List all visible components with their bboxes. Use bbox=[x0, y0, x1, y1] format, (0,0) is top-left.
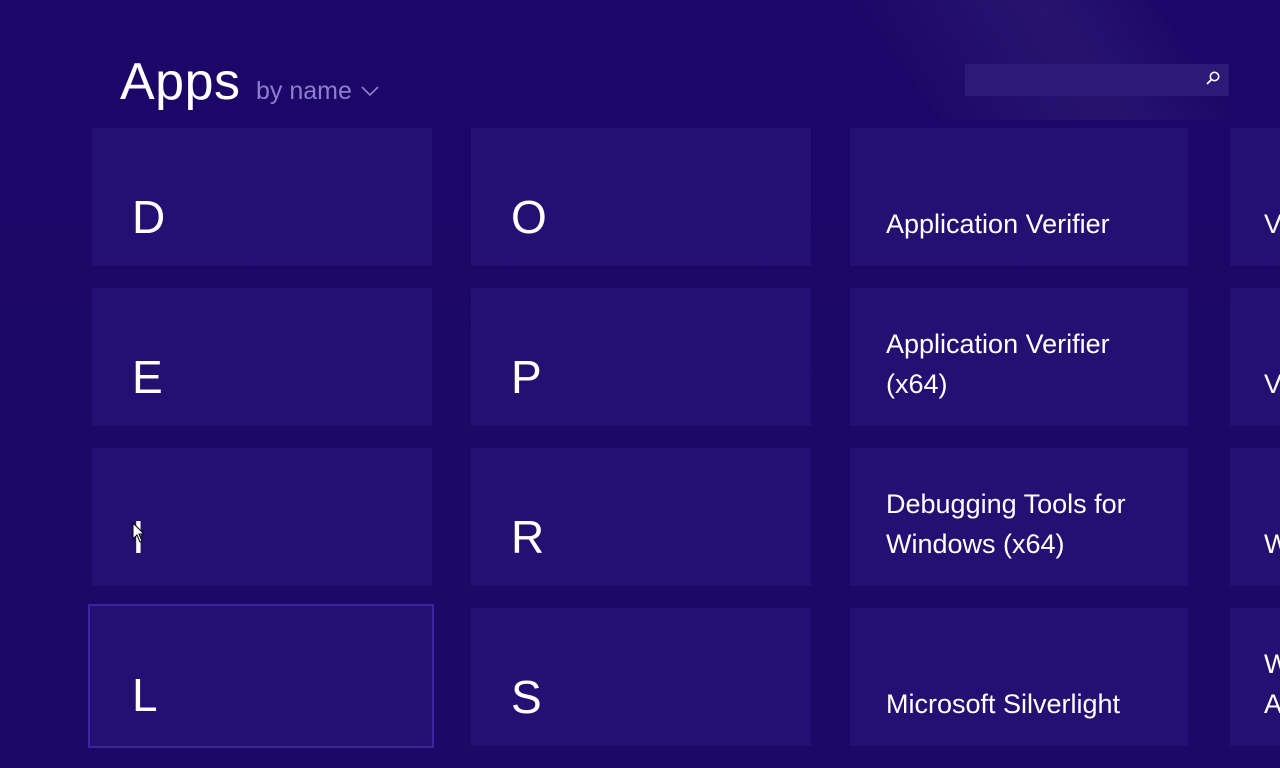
sort-by-dropdown[interactable]: by name bbox=[256, 76, 380, 106]
start-apps-view: Apps by name D E I L O P R S Application… bbox=[0, 0, 1280, 768]
group-tile-e[interactable]: E bbox=[92, 288, 432, 426]
search-button[interactable] bbox=[1197, 64, 1229, 96]
app-tile-partial[interactable]: V bbox=[1230, 128, 1280, 266]
group-tile-r[interactable]: R bbox=[471, 448, 811, 586]
app-name: Microsoft Silverlight bbox=[886, 689, 1121, 719]
group-letter: O bbox=[511, 191, 547, 243]
search-input[interactable] bbox=[965, 64, 1195, 96]
app-name: Application Verifier bbox=[886, 209, 1110, 239]
group-tile-s[interactable]: S bbox=[471, 608, 811, 746]
group-tile-p[interactable]: P bbox=[471, 288, 811, 426]
group-letter: P bbox=[511, 351, 542, 403]
group-tile-l[interactable]: L bbox=[88, 604, 434, 748]
app-name: V bbox=[1264, 209, 1280, 239]
page-title: Apps bbox=[120, 53, 241, 111]
background-decoration bbox=[817, 0, 1243, 120]
search-icon bbox=[1205, 70, 1221, 91]
group-letter: E bbox=[132, 351, 163, 403]
app-tile-debugging-tools[interactable]: Debugging Tools for Windows (x64) bbox=[850, 448, 1188, 586]
group-letter: R bbox=[511, 511, 545, 563]
group-letter: D bbox=[132, 191, 166, 243]
group-letter: I bbox=[132, 511, 145, 563]
search-box bbox=[965, 64, 1229, 96]
app-tile-application-verifier[interactable]: Application Verifier bbox=[850, 128, 1188, 266]
app-tile-application-verifier-x64[interactable]: Application Verifier (x64) bbox=[850, 288, 1188, 426]
app-name: W bbox=[1264, 529, 1280, 559]
app-name: Debugging Tools for Windows (x64) bbox=[886, 489, 1126, 559]
group-letter: L bbox=[132, 669, 158, 721]
app-name: W A bbox=[1264, 649, 1280, 719]
app-name: V bbox=[1264, 369, 1280, 399]
group-tile-i[interactable]: I bbox=[92, 448, 432, 586]
group-letter: S bbox=[511, 671, 542, 723]
sort-label: by name bbox=[256, 77, 352, 105]
chevron-down-icon bbox=[360, 85, 380, 97]
app-tile-partial[interactable]: V bbox=[1230, 288, 1280, 426]
app-tile-partial[interactable]: W A bbox=[1230, 608, 1280, 746]
app-tile-partial[interactable]: W bbox=[1230, 448, 1280, 586]
group-tile-o[interactable]: O bbox=[471, 128, 811, 266]
app-name: Application Verifier (x64) bbox=[886, 329, 1110, 399]
app-tile-microsoft-silverlight[interactable]: Microsoft Silverlight bbox=[850, 608, 1188, 746]
group-tile-d[interactable]: D bbox=[92, 128, 432, 266]
